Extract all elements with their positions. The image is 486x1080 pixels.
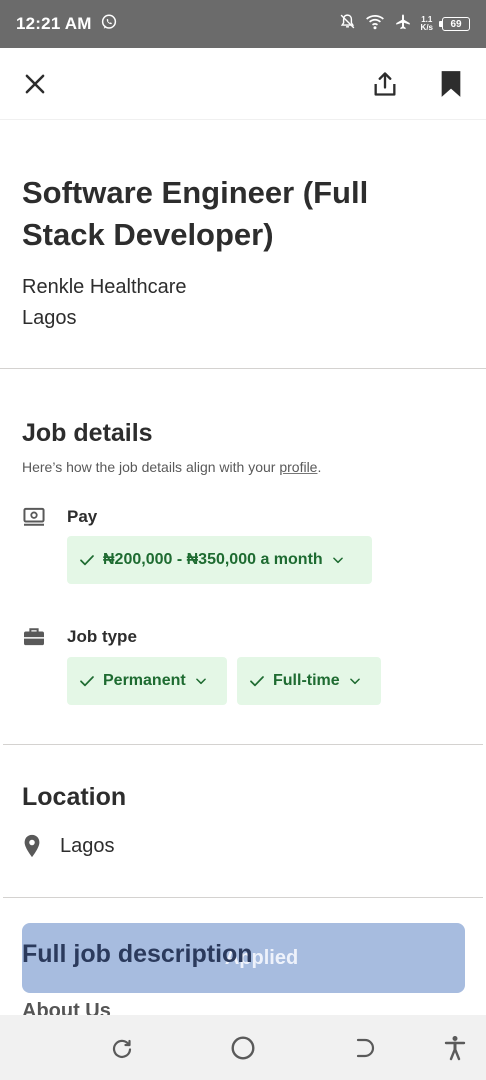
- job-details-subtext: Here’s how the job details align with yo…: [22, 459, 322, 475]
- whatsapp-icon: [100, 13, 118, 36]
- accessibility-icon: [444, 1036, 466, 1061]
- notifications-off-icon: [339, 13, 356, 35]
- location-value: Lagos: [60, 834, 115, 857]
- chevron-down-icon: [195, 678, 206, 685]
- profile-link[interactable]: profile: [279, 459, 317, 475]
- location-heading: Location: [22, 783, 127, 811]
- home-button[interactable]: [226, 1031, 260, 1065]
- location-row: Lagos: [22, 834, 115, 858]
- job-title: Software Engineer (Full Stack Developer): [22, 175, 369, 252]
- back-icon: [356, 1038, 375, 1058]
- check-icon: [250, 676, 264, 687]
- chevron-down-icon: [332, 557, 343, 564]
- battery-icon: 69: [439, 17, 470, 31]
- recent-apps-button[interactable]: [105, 1031, 139, 1065]
- battery-level: 69: [450, 18, 462, 30]
- close-button[interactable]: [17, 66, 53, 102]
- job-details-heading: Job details: [22, 419, 153, 447]
- app-header: [0, 48, 486, 120]
- wifi-icon: [365, 13, 385, 35]
- pay-chip[interactable]: ₦200,000 - ₦350,000 a month: [67, 536, 372, 584]
- briefcase-icon: [22, 625, 46, 649]
- bookmark-icon: [441, 71, 461, 97]
- divider: [3, 744, 483, 745]
- recent-apps-icon: [112, 1039, 132, 1058]
- job-type-chip-label: Full-time: [273, 672, 340, 689]
- divider: [3, 897, 483, 898]
- job-type-chip-full-time[interactable]: Full-time: [237, 657, 381, 705]
- share-icon: [374, 72, 396, 96]
- status-time: 12:21 AM: [16, 14, 92, 33]
- chevron-down-icon: [349, 678, 360, 685]
- home-circle-icon: [231, 1036, 255, 1060]
- job-header: Software Engineer (Full Stack Developer)…: [22, 172, 442, 334]
- close-icon: [25, 74, 45, 94]
- divider: [0, 368, 486, 369]
- job-type-label: Job type: [67, 627, 137, 646]
- system-nav-bar: [0, 1015, 486, 1080]
- job-type-chip-label: Permanent: [103, 672, 186, 689]
- job-location: Lagos: [22, 307, 77, 329]
- status-bar: 12:21 AM 1.1 K/s 69: [0, 0, 486, 48]
- pay-label: Pay: [67, 507, 98, 526]
- accessibility-button[interactable]: [438, 1031, 472, 1065]
- job-type-chip-permanent[interactable]: Permanent: [67, 657, 227, 705]
- network-speed: 1.1 K/s: [420, 15, 433, 32]
- company-name[interactable]: Renkle Healthcare: [22, 272, 442, 302]
- check-icon: [80, 676, 94, 687]
- pay-icon: [22, 505, 46, 529]
- back-button[interactable]: [347, 1031, 381, 1065]
- applied-button-label: Applied: [224, 946, 299, 969]
- pay-chip-label: ₦200,000 - ₦350,000 a month: [103, 551, 323, 568]
- share-button[interactable]: [367, 66, 403, 102]
- check-icon: [80, 555, 94, 566]
- map-pin-icon: [24, 834, 40, 858]
- save-job-button[interactable]: [433, 66, 469, 102]
- airplane-icon: [394, 13, 412, 36]
- applied-button[interactable]: Applied: [22, 923, 465, 993]
